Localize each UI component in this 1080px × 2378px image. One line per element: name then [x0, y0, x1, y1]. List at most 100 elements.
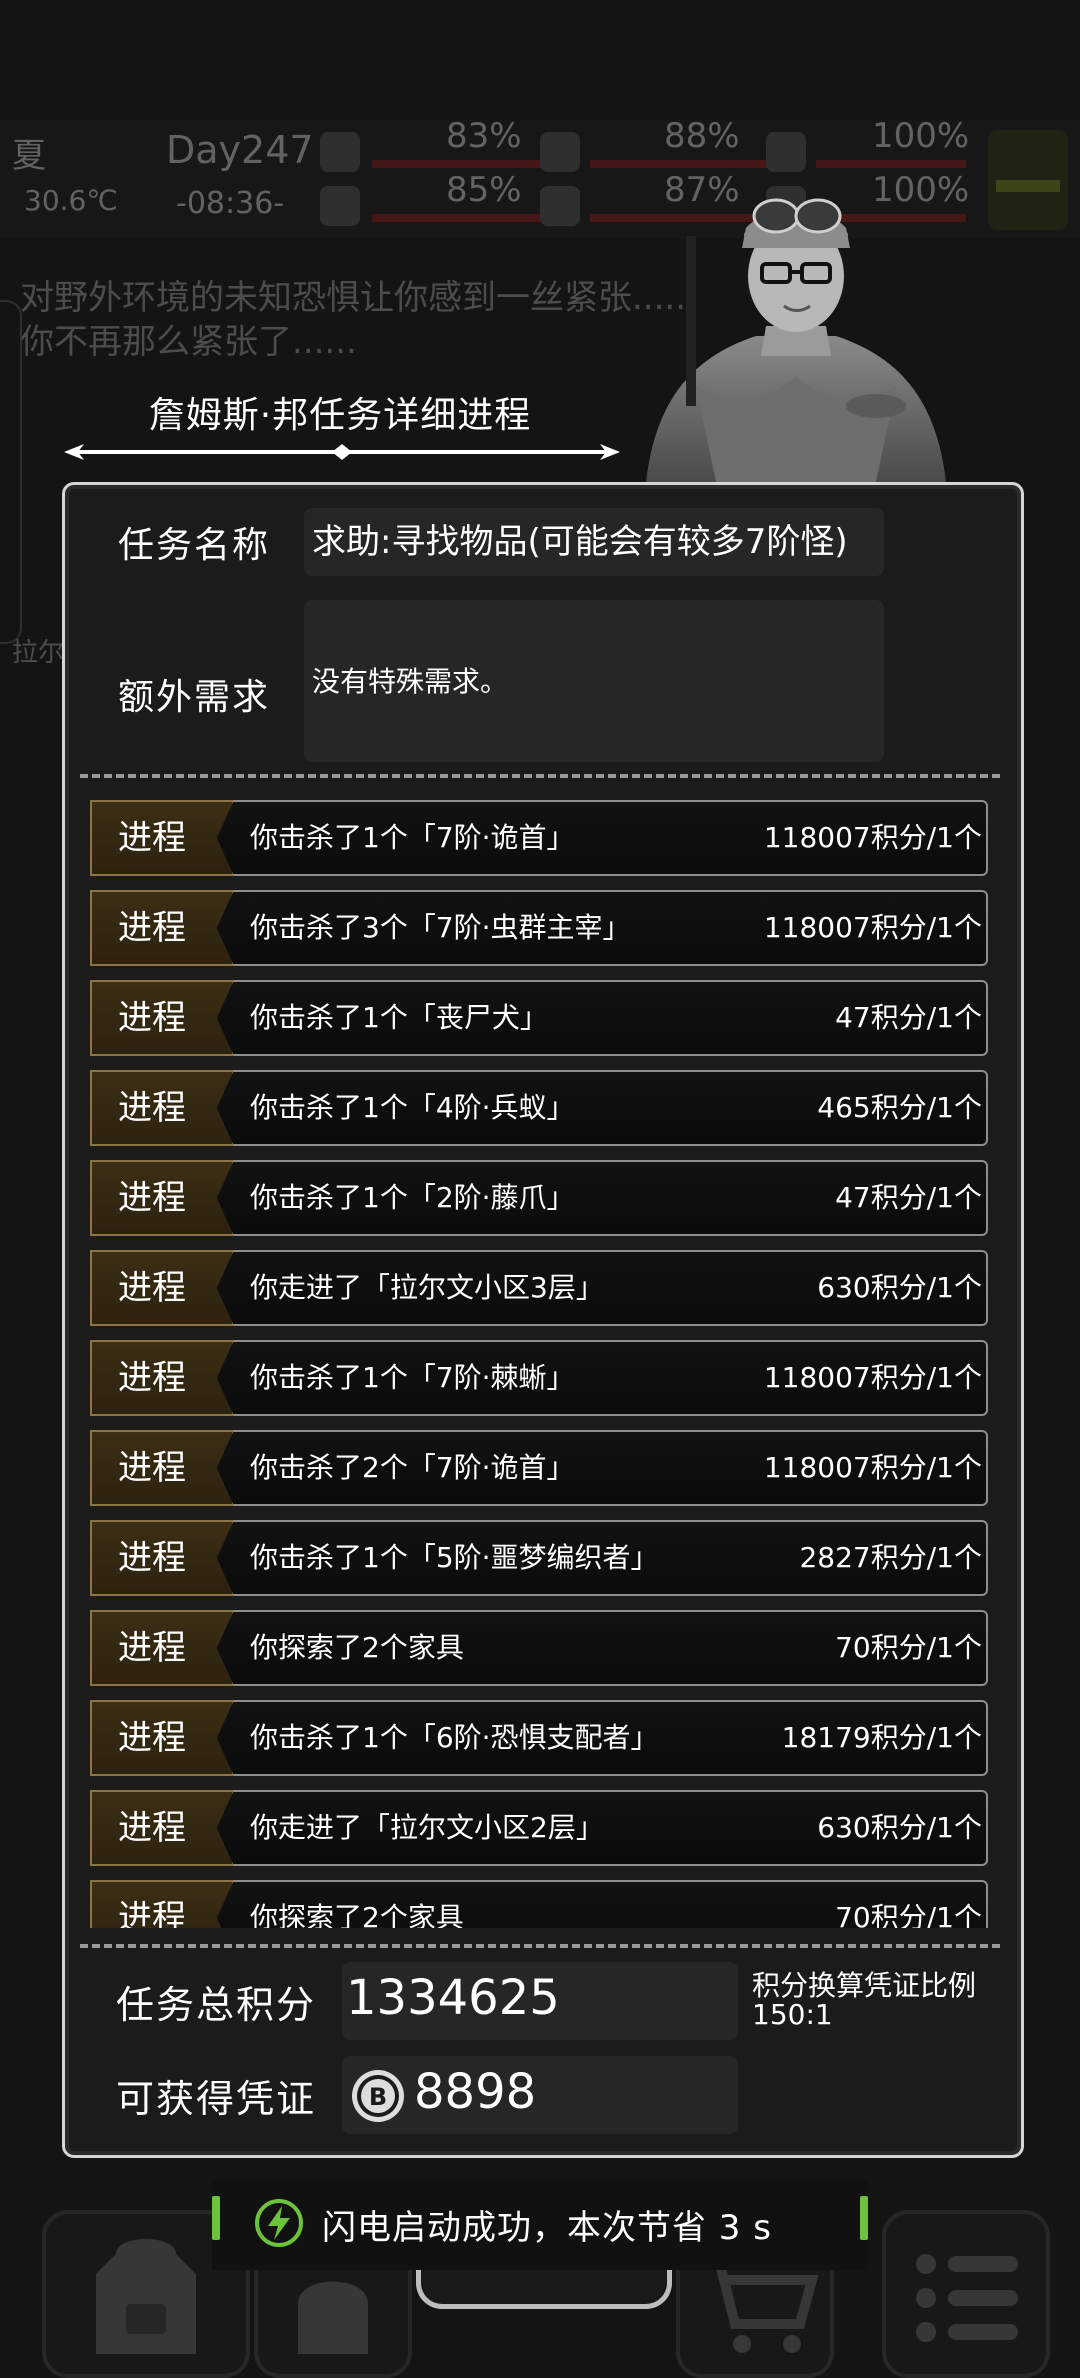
task-name-field: 求助:寻找物品(可能会有较多7阶怪): [304, 508, 884, 576]
progress-description: 你探索了2个家具: [250, 1631, 464, 1664]
progress-row: 你走进了「拉尔文小区2层」 630积分/1个 进程: [90, 1790, 988, 1866]
progress-tag-label: 进程: [118, 1358, 186, 1398]
progress-description: 你击杀了3个「7阶·虫群主宰」: [250, 911, 631, 944]
side-panel-frame: [0, 300, 22, 644]
day-counter: Day247: [166, 128, 314, 172]
extra-requirements-field: 没有特殊需求。: [304, 600, 884, 762]
progress-row-body: 你击杀了3个「7阶·虫群主宰」 118007积分/1个: [208, 890, 988, 966]
section-divider: [80, 774, 1000, 778]
progress-tag-label: 进程: [118, 1718, 186, 1758]
progress-list[interactable]: 你击杀了1个「7阶·诡首」 118007积分/1个 进程 你击杀了3个「7阶·虫群主宰…: [80, 790, 1000, 1928]
total-points-value: 1334625: [346, 1970, 560, 2026]
progress-description: 你击杀了1个「7阶·诡首」: [250, 821, 575, 854]
season-label: 夏: [12, 136, 46, 176]
task-name-label: 任务名称: [95, 516, 293, 568]
title-divider: [64, 444, 620, 460]
toast-accent-left: [212, 2196, 220, 2240]
progress-row-body: 你击杀了1个「5阶·噩梦编织者」 2827积分/1个: [208, 1520, 988, 1596]
progress-row: 你走进了「拉尔文小区3层」 630积分/1个 进程: [90, 1250, 988, 1326]
progress-tag-label: 进程: [118, 998, 186, 1038]
progress-points: 18179积分/1个: [781, 1721, 982, 1754]
extra-requirements-value: 没有特殊需求。: [312, 665, 509, 698]
health-value: 83%: [446, 116, 522, 156]
progress-tag-label: 进程: [118, 1808, 186, 1848]
progress-tag-label: 进程: [118, 1628, 186, 1668]
progress-row-body: 你探索了2个家具 70积分/1个: [208, 1880, 988, 1928]
character-portrait: [646, 198, 946, 482]
voucher-label: 可获得凭证: [93, 2068, 339, 2123]
progress-points: 118007积分/1个: [763, 1451, 982, 1484]
progress-tag-label: 进程: [118, 908, 186, 948]
voucher-coin-icon: B: [352, 2070, 404, 2122]
task-name-value: 求助:寻找物品(可能会有较多7阶怪): [312, 522, 848, 562]
progress-row: 你击杀了1个「7阶·棘蜥」 118007积分/1个 进程: [90, 1340, 988, 1416]
stamina-value: 85%: [446, 170, 522, 210]
total-points-label: 任务总积分: [93, 1974, 339, 2029]
progress-row-body: 你走进了「拉尔文小区3层」 630积分/1个: [208, 1250, 988, 1326]
progress-description: 你击杀了2个「7阶·诡首」: [250, 1451, 575, 1484]
progress-points: 70积分/1个: [835, 1631, 982, 1664]
hunger-value: 88%: [664, 116, 740, 156]
voucher-value: 8898: [414, 2064, 537, 2120]
progress-description: 你走进了「拉尔文小区2层」: [250, 1811, 604, 1844]
location-label: 拉尔: [12, 638, 65, 668]
progress-row: 你击杀了1个「5阶·噩梦编织者」 2827积分/1个 进程: [90, 1520, 988, 1596]
progress-description: 你击杀了1个「2阶·藤爪」: [250, 1181, 575, 1214]
progress-description: 你击杀了1个「丧尸犬」: [250, 1001, 548, 1034]
event-log-line: 对野外环境的未知恐惧让你感到一丝紧张......: [20, 278, 697, 318]
progress-points: 630积分/1个: [817, 1271, 982, 1304]
dialog-title: 詹姆斯·邦任务详细进程: [148, 395, 532, 436]
event-log-line: 你不再那么紧张了......: [20, 322, 357, 362]
progress-points: 47积分/1个: [835, 1001, 982, 1034]
progress-description: 你走进了「拉尔文小区3层」: [250, 1271, 604, 1304]
progress-description: 你击杀了1个「4阶·兵蚁」: [250, 1091, 575, 1124]
clock-label: -08:36-: [176, 186, 285, 221]
progress-tag-label: 进程: [118, 818, 186, 858]
temperature-label: 30.6℃: [24, 184, 118, 217]
progress-row: 你击杀了1个「4阶·兵蚁」 465积分/1个 进程: [90, 1070, 988, 1146]
battery-value: 100%: [872, 116, 970, 156]
toast-message: 闪电启动成功，本次节省 3 s: [322, 2208, 772, 2248]
extra-requirements-label: 额外需求: [95, 668, 293, 720]
progress-tag-label: 进程: [118, 1088, 186, 1128]
stomach-icon: [540, 132, 580, 172]
progress-points: 47积分/1个: [835, 1181, 982, 1214]
water-drop-icon: [540, 186, 580, 226]
progress-tag-label: 进程: [118, 1448, 186, 1488]
boot-icon: [320, 186, 360, 226]
medkit-icon: [320, 132, 360, 172]
progress-points: 630积分/1个: [817, 1811, 982, 1844]
progress-row-body: 你击杀了1个「6阶·恐惧支配者」 18179积分/1个: [208, 1700, 988, 1776]
battery-icon: [766, 132, 806, 172]
progress-row: 你击杀了1个「6阶·恐惧支配者」 18179积分/1个 进程: [90, 1700, 988, 1776]
progress-row-body: 你探索了2个家具 70积分/1个: [208, 1610, 988, 1686]
menu-icon: [916, 2254, 1018, 2342]
progress-description: 你击杀了1个「5阶·噩梦编织者」: [250, 1541, 659, 1574]
health-bar: [372, 160, 552, 168]
progress-tag-label: 进程: [118, 1178, 186, 1218]
progress-row-body: 你击杀了1个「丧尸犬」 47积分/1个: [208, 980, 988, 1056]
toast-accent-right: [860, 2196, 868, 2240]
progress-row-body: 你走进了「拉尔文小区2层」 630积分/1个: [208, 1790, 988, 1866]
lightning-icon: [255, 2199, 303, 2247]
progress-points: 465积分/1个: [817, 1091, 982, 1124]
progress-description: 你探索了2个家具: [250, 1901, 464, 1928]
progress-row: 你击杀了1个「2阶·藤爪」 47积分/1个 进程: [90, 1160, 988, 1236]
progress-description: 你击杀了1个「6阶·恐惧支配者」: [250, 1721, 659, 1754]
progress-tag-label: 进程: [118, 1268, 186, 1308]
menu-button[interactable]: [882, 2210, 1050, 2378]
progress-points: 118007积分/1个: [763, 911, 982, 944]
section-divider: [80, 1944, 1000, 1948]
progress-tag-label: 进程: [118, 1538, 186, 1578]
progress-points: 118007积分/1个: [763, 1361, 982, 1394]
progress-row: 你击杀了2个「7阶·诡首」 118007积分/1个 进程: [90, 1430, 988, 1506]
progress-row: 你击杀了1个「7阶·诡首」 118007积分/1个 进程: [90, 800, 988, 876]
progress-row: 你探索了2个家具 70积分/1个 进程: [90, 1610, 988, 1686]
weather-gauge: [988, 130, 1068, 230]
stamina-bar: [372, 214, 552, 222]
progress-row: 你击杀了1个「丧尸犬」 47积分/1个 进程: [90, 980, 988, 1056]
progress-row-body: 你击杀了1个「7阶·诡首」 118007积分/1个: [208, 800, 988, 876]
svg-text:B: B: [369, 2083, 387, 2111]
progress-row-body: 你击杀了1个「7阶·棘蜥」 118007积分/1个: [208, 1340, 988, 1416]
progress-row: 你击杀了3个「7阶·虫群主宰」 118007积分/1个 进程: [90, 890, 988, 966]
